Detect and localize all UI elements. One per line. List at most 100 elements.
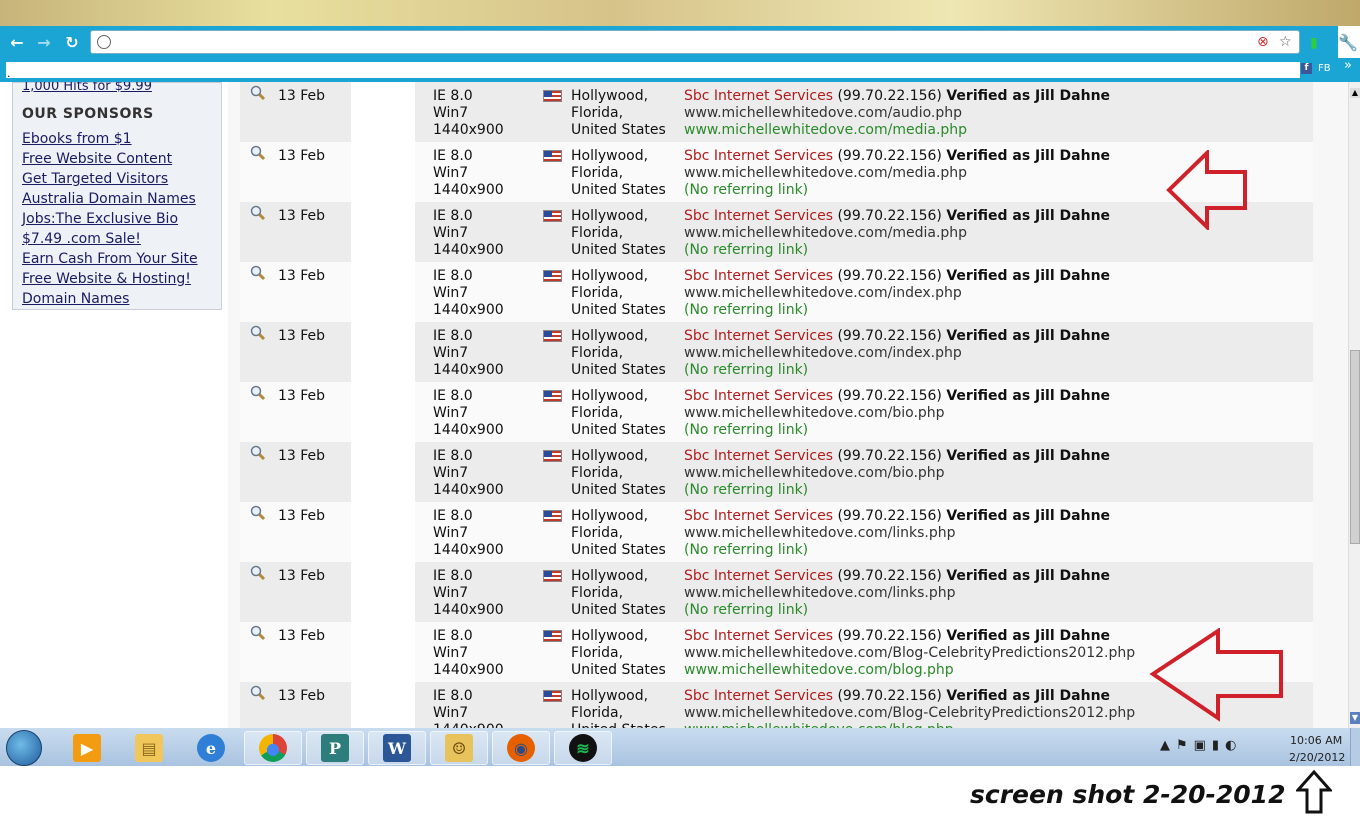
magnifier-icon[interactable] xyxy=(250,205,266,221)
wrench-menu-icon[interactable]: 🔧 xyxy=(1338,33,1358,52)
country: United States xyxy=(571,122,666,138)
redacted-area xyxy=(351,382,415,442)
referrer[interactable]: www.michellewhitedove.com/blog.php xyxy=(684,662,1135,679)
facebook-bookmark-label[interactable]: FB xyxy=(1318,63,1331,74)
spotify-taskbar-icon[interactable]: ≋ xyxy=(554,731,612,765)
us-flag-icon xyxy=(543,450,562,462)
sponsor-link[interactable]: Free Website Content xyxy=(22,151,172,167)
address-bar[interactable]: ⊗ ☆ xyxy=(90,30,1300,54)
referrer[interactable]: (No referring link) xyxy=(684,542,1110,559)
page-url[interactable]: www.michellewhitedove.com/Blog-Celebrity… xyxy=(684,705,1135,722)
ip-address: (99.70.22.156) xyxy=(837,148,942,164)
sponsor-link[interactable]: Australia Domain Names xyxy=(22,191,196,207)
bookmarks-field[interactable]: . xyxy=(6,62,1300,80)
more-bookmarks-chevron[interactable]: » xyxy=(1344,58,1352,73)
page-url[interactable]: www.michellewhitedove.com/links.php xyxy=(684,525,1110,542)
magnifier-icon[interactable] xyxy=(250,145,266,161)
magnifier-icon[interactable] xyxy=(250,625,266,641)
redacted-area xyxy=(351,202,415,262)
sponsor-link[interactable]: Jobs:The Exclusive Bio xyxy=(22,211,178,227)
back-button[interactable]: ← xyxy=(8,34,26,52)
page-url[interactable]: www.michellewhitedove.com/links.php xyxy=(684,585,1110,602)
visit-details: Sbc Internet Services (99.70.22.156) Ver… xyxy=(684,148,1110,199)
verified-label: Verified as Jill Dahne xyxy=(946,568,1111,584)
scroll-down-arrow[interactable]: ▼ xyxy=(1350,712,1360,724)
page-url[interactable]: www.michellewhitedove.com/audio.php xyxy=(684,105,1110,122)
sponsor-link[interactable]: $7.49 .com Sale! xyxy=(22,231,141,247)
state: Florida, xyxy=(571,465,624,481)
sponsor-link[interactable]: Earn Cash From Your Site xyxy=(22,251,198,267)
ip-address: (99.70.22.156) xyxy=(837,88,942,104)
magnifier-icon[interactable] xyxy=(250,565,266,581)
chrome-taskbar-icon[interactable]: ● xyxy=(244,731,302,765)
facebook-icon[interactable]: f xyxy=(1301,63,1312,74)
magnifier-icon[interactable] xyxy=(250,685,266,701)
referrer[interactable]: www.michellewhitedove.com/media.php xyxy=(684,122,1110,139)
sponsor-link[interactable]: Free Website & Hosting! xyxy=(22,271,191,287)
location: Hollywood,Florida,United States xyxy=(571,508,666,559)
visit-date: 13 Feb xyxy=(278,328,326,344)
referrer[interactable]: (No referring link) xyxy=(684,482,1110,499)
verified-label: Verified as Jill Dahne xyxy=(946,508,1111,524)
clock-date[interactable]: 2/20/2012 xyxy=(1289,751,1345,764)
scroll-thumb[interactable] xyxy=(1350,350,1360,544)
state: Florida, xyxy=(571,225,624,241)
sponsor-link[interactable]: Domain Names xyxy=(22,291,129,307)
magnifier-icon[interactable] xyxy=(250,445,266,461)
word-taskbar-icon[interactable]: W xyxy=(368,731,426,765)
page-url[interactable]: www.michellewhitedove.com/media.php xyxy=(684,225,1110,242)
browser-name: IE 8.0 xyxy=(433,88,473,104)
scroll-up-arrow[interactable]: ▲ xyxy=(1350,88,1360,98)
red-annotation-arrow xyxy=(1166,150,1247,230)
redacted-area xyxy=(351,82,415,142)
page-url[interactable]: www.michellewhitedove.com/index.php xyxy=(684,285,1110,302)
show-desktop-button[interactable] xyxy=(1350,728,1360,766)
sponsor-link[interactable]: Ebooks from $1 xyxy=(22,131,132,147)
vertical-scrollbar[interactable]: ▲ ▼ xyxy=(1348,82,1360,728)
page-url[interactable]: www.michellewhitedove.com/index.php xyxy=(684,345,1110,362)
visit-date: 13 Feb xyxy=(278,568,326,584)
signal-extension-icon[interactable]: ▮ xyxy=(1310,36,1318,50)
file-explorer-taskbar-icon[interactable]: ▤ xyxy=(120,731,178,765)
referrer[interactable]: (No referring link) xyxy=(684,242,1110,259)
firefox-taskbar-icon[interactable]: ◉ xyxy=(492,731,550,765)
referrer[interactable]: (No referring link) xyxy=(684,362,1110,379)
system-info: IE 8.0Win71440x900 xyxy=(433,268,504,319)
media-player-taskbar-icon[interactable]: ▶ xyxy=(58,731,116,765)
referrer[interactable]: (No referring link) xyxy=(684,602,1110,619)
reload-button[interactable]: ↻ xyxy=(63,34,81,52)
magnifier-icon[interactable] xyxy=(250,265,266,281)
sponsor-top-link[interactable]: 1,000 Hits for $9.99 xyxy=(22,82,152,94)
ip-address: (99.70.22.156) xyxy=(837,328,942,344)
clock-time[interactable]: 10:06 AM xyxy=(1290,734,1342,747)
referrer[interactable]: (No referring link) xyxy=(684,182,1110,199)
sponsor-link[interactable]: Get Targeted Visitors xyxy=(22,171,168,187)
magnifier-icon[interactable] xyxy=(250,325,266,341)
ip-address: (99.70.22.156) xyxy=(837,388,942,404)
ip-address: (99.70.22.156) xyxy=(837,568,942,584)
magnifier-icon[interactable] xyxy=(250,85,266,101)
bookmark-star-icon[interactable]: ☆ xyxy=(1279,35,1292,49)
os-name: Win7 xyxy=(433,465,469,481)
page-url[interactable]: www.michellewhitedove.com/Blog-Celebrity… xyxy=(684,645,1135,662)
blocked-popup-icon[interactable]: ⊗ xyxy=(1257,35,1269,49)
state: Florida, xyxy=(571,105,624,121)
magnifier-icon[interactable] xyxy=(250,505,266,521)
page-url[interactable]: www.michellewhitedove.com/bio.php xyxy=(684,405,1110,422)
internet-explorer-taskbar-icon[interactable]: e xyxy=(182,731,240,765)
forward-button[interactable]: → xyxy=(35,34,53,52)
table-row: 13 Feb IE 8.0Win71440x900 Hollywood,Florid… xyxy=(240,382,1313,442)
state: Florida, xyxy=(571,345,624,361)
page-url[interactable]: www.michellewhitedove.com/bio.php xyxy=(684,465,1110,482)
magnifier-icon[interactable] xyxy=(250,385,266,401)
us-flag-icon xyxy=(543,150,562,162)
system-tray-icons[interactable]: ▲⚑▣▮◐ xyxy=(1160,738,1242,753)
page-url[interactable]: www.michellewhitedove.com/media.php xyxy=(684,165,1110,182)
outlook-contacts-taskbar-icon[interactable]: ☺ xyxy=(430,731,488,765)
publisher-taskbar-icon[interactable]: P xyxy=(306,731,364,765)
start-button-icon[interactable] xyxy=(6,730,42,766)
referrer[interactable]: (No referring link) xyxy=(684,422,1110,439)
referrer[interactable]: (No referring link) xyxy=(684,302,1110,319)
system-info: IE 8.0Win71440x900 xyxy=(433,688,504,728)
isp-name: Sbc Internet Services xyxy=(684,448,833,464)
